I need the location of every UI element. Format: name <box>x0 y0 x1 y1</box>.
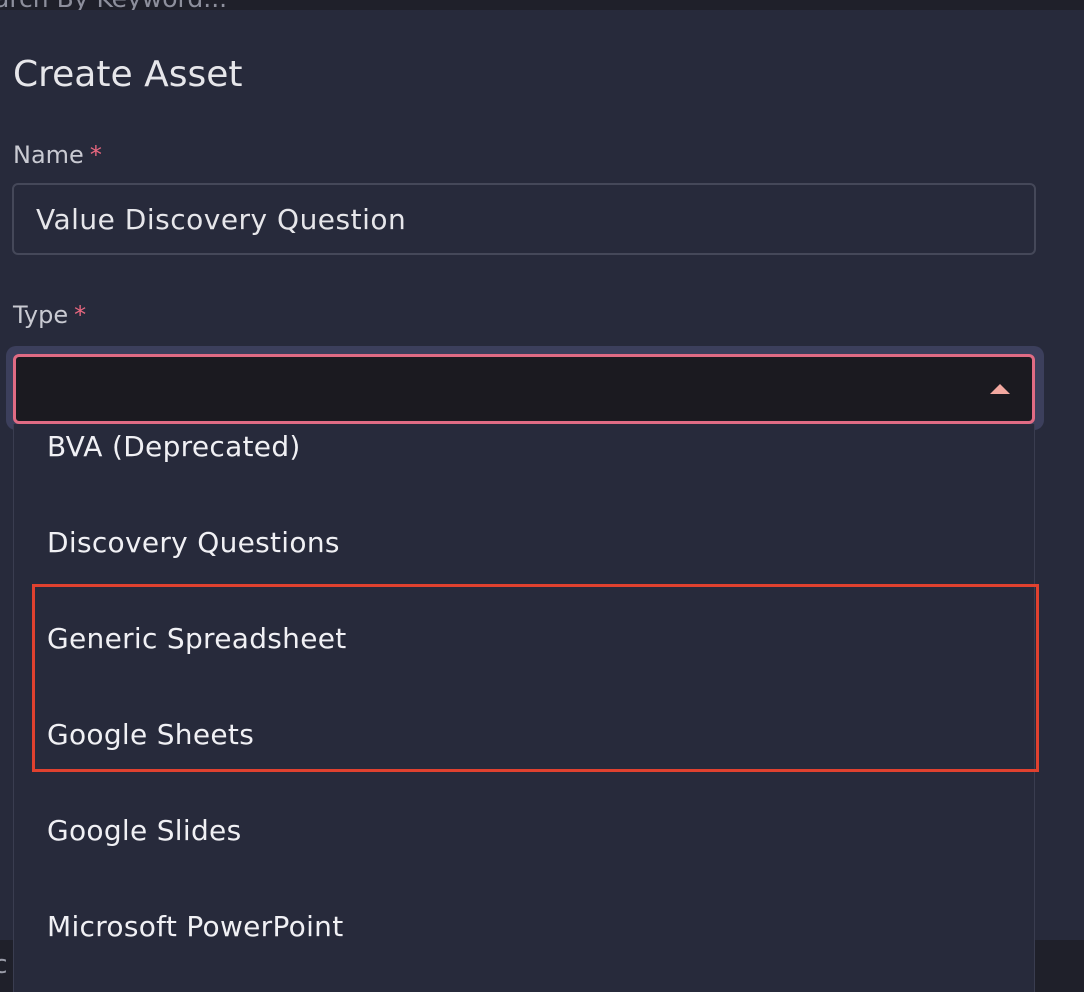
name-label: Name * <box>13 141 102 169</box>
name-label-text: Name <box>13 141 84 169</box>
option-google-sheets[interactable]: Google Sheets <box>14 686 1034 782</box>
modal-title: Create Asset <box>13 54 243 95</box>
option-microsoft-powerpoint[interactable]: Microsoft PowerPoint <box>14 878 1034 974</box>
background-clipped-text: ic <box>0 950 8 980</box>
background-bottom-left: ic <box>0 940 13 992</box>
background-bottom-right <box>1035 940 1084 992</box>
caret-up-icon[interactable] <box>990 384 1010 394</box>
type-required-mark: * <box>74 301 87 329</box>
option-bva-deprecated[interactable]: BVA (Deprecated) <box>14 424 1034 494</box>
type-label: Type * <box>13 301 86 329</box>
background-search-placeholder: arch By Keyword... <box>0 0 227 10</box>
type-label-text: Type <box>13 301 69 329</box>
name-input[interactable] <box>12 183 1036 255</box>
option-google-slides[interactable]: Google Slides <box>14 782 1034 878</box>
type-select[interactable] <box>13 354 1035 424</box>
name-required-mark: * <box>89 141 102 169</box>
background-search-bar: arch By Keyword... <box>0 0 1084 10</box>
type-dropdown-list[interactable]: BVA (Deprecated) Discovery Questions Gen… <box>13 424 1035 992</box>
option-generic-spreadsheet[interactable]: Generic Spreadsheet <box>14 590 1034 686</box>
option-discovery-questions[interactable]: Discovery Questions <box>14 494 1034 590</box>
